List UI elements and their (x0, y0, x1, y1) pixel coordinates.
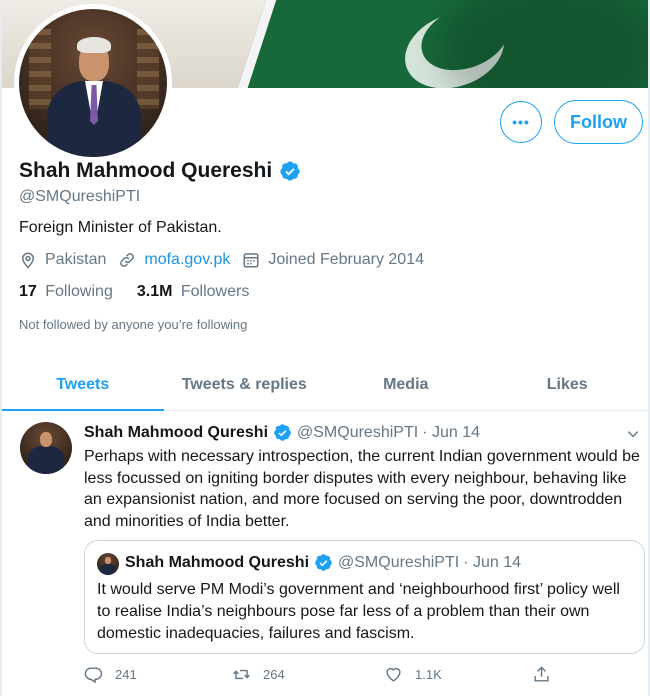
more-options-button[interactable]: ••• (500, 101, 542, 143)
profile-name-row: Shah Mahmood Quereshi (19, 159, 301, 183)
location-text: Pakistan (45, 251, 107, 268)
profile-tabs: Tweets Tweets & replies Media Likes (2, 359, 648, 411)
profile-meta: Pakistan mofa.gov.pk Joined February 201… (19, 251, 436, 269)
link-icon (120, 253, 135, 267)
quoted-tweet-avatar (97, 553, 119, 575)
quoted-tweet-header: Shah Mahmood Qureshi @SMQureshiPTI · Jun… (125, 553, 521, 572)
verified-badge-icon (280, 161, 300, 181)
tweet-header: Shah Mahmood Qureshi @SMQureshiPTI · Jun… (84, 423, 480, 442)
tweet-author-name[interactable]: Shah Mahmood Qureshi (84, 424, 268, 442)
followers-label: Followers (180, 283, 250, 300)
tweet-avatar[interactable] (20, 422, 72, 474)
joined-item: Joined February 2014 (242, 251, 424, 269)
followers-count-link[interactable]: 3.1M Followers (137, 283, 250, 301)
profile-bio: Foreign Minister of Pakistan. (19, 219, 222, 236)
website-link[interactable]: mofa.gov.pk (144, 251, 230, 269)
heart-icon (386, 667, 401, 682)
not-followed-note: Not followed by anyone you’re following (19, 317, 248, 332)
retweet-action[interactable]: 264 (232, 665, 285, 684)
share-action[interactable] (532, 665, 563, 684)
reply-count: 241 (115, 667, 137, 682)
banner-fold-shadow (440, 0, 650, 88)
chevron-down-icon[interactable] (626, 427, 640, 441)
reply-icon (84, 667, 103, 684)
followers-count: 3.1M (136, 283, 173, 300)
like-action[interactable]: 1.1K (384, 665, 442, 684)
verified-badge-icon (315, 554, 332, 571)
following-count-link[interactable]: 17 Following (19, 283, 113, 301)
quoted-tweet-date: · Jun 14 (463, 553, 521, 571)
like-count: 1.1K (415, 667, 442, 682)
tab-likes[interactable]: Likes (487, 359, 649, 410)
portrait-hair (77, 37, 111, 53)
follow-counts: 17 Following 3.1M Followers (19, 283, 273, 301)
reply-action[interactable]: 241 (84, 665, 137, 684)
location-pin-icon (21, 252, 35, 269)
profile-avatar[interactable] (14, 4, 172, 162)
tab-tweets[interactable]: Tweets (2, 359, 164, 411)
quoted-author-name: Shah Mahmood Qureshi (125, 553, 310, 571)
quoted-tweet[interactable]: Shah Mahmood Qureshi @SMQureshiPTI · Jun… (84, 540, 645, 654)
joined-text: Joined February 2014 (268, 251, 424, 268)
tweet[interactable]: Shah Mahmood Qureshi @SMQureshiPTI · Jun… (2, 411, 648, 696)
website-item[interactable]: mofa.gov.pk (118, 251, 230, 269)
tab-tweets-and-replies[interactable]: Tweets & replies (164, 359, 326, 410)
tweet-text: Perhaps with necessary introspection, th… (84, 448, 640, 530)
tab-media[interactable]: Media (325, 359, 487, 410)
share-icon (534, 666, 549, 682)
retweet-count: 264 (263, 667, 285, 682)
verified-badge-icon (274, 424, 291, 441)
calendar-icon (243, 253, 259, 268)
location-item: Pakistan (19, 251, 106, 269)
bookshelf (137, 29, 159, 109)
profile-name: Shah Mahmood Quereshi (19, 159, 273, 182)
tweet-date[interactable]: · Jun 14 (422, 424, 480, 442)
quoted-author-handle: @SMQureshiPTI (338, 553, 460, 571)
following-count: 17 (19, 283, 37, 300)
tweet-actions: 241 264 1.1K (84, 665, 564, 687)
retweet-icon (233, 669, 250, 680)
quoted-tweet-text: It would serve PM Modi’s government and … (97, 581, 620, 642)
follow-button[interactable]: Follow (554, 100, 643, 144)
profile-handle: @SMQureshiPTI (19, 188, 141, 205)
tweet-author-handle[interactable]: @SMQureshiPTI (297, 424, 418, 442)
bookshelf (29, 29, 51, 109)
following-label: Following (45, 283, 113, 300)
